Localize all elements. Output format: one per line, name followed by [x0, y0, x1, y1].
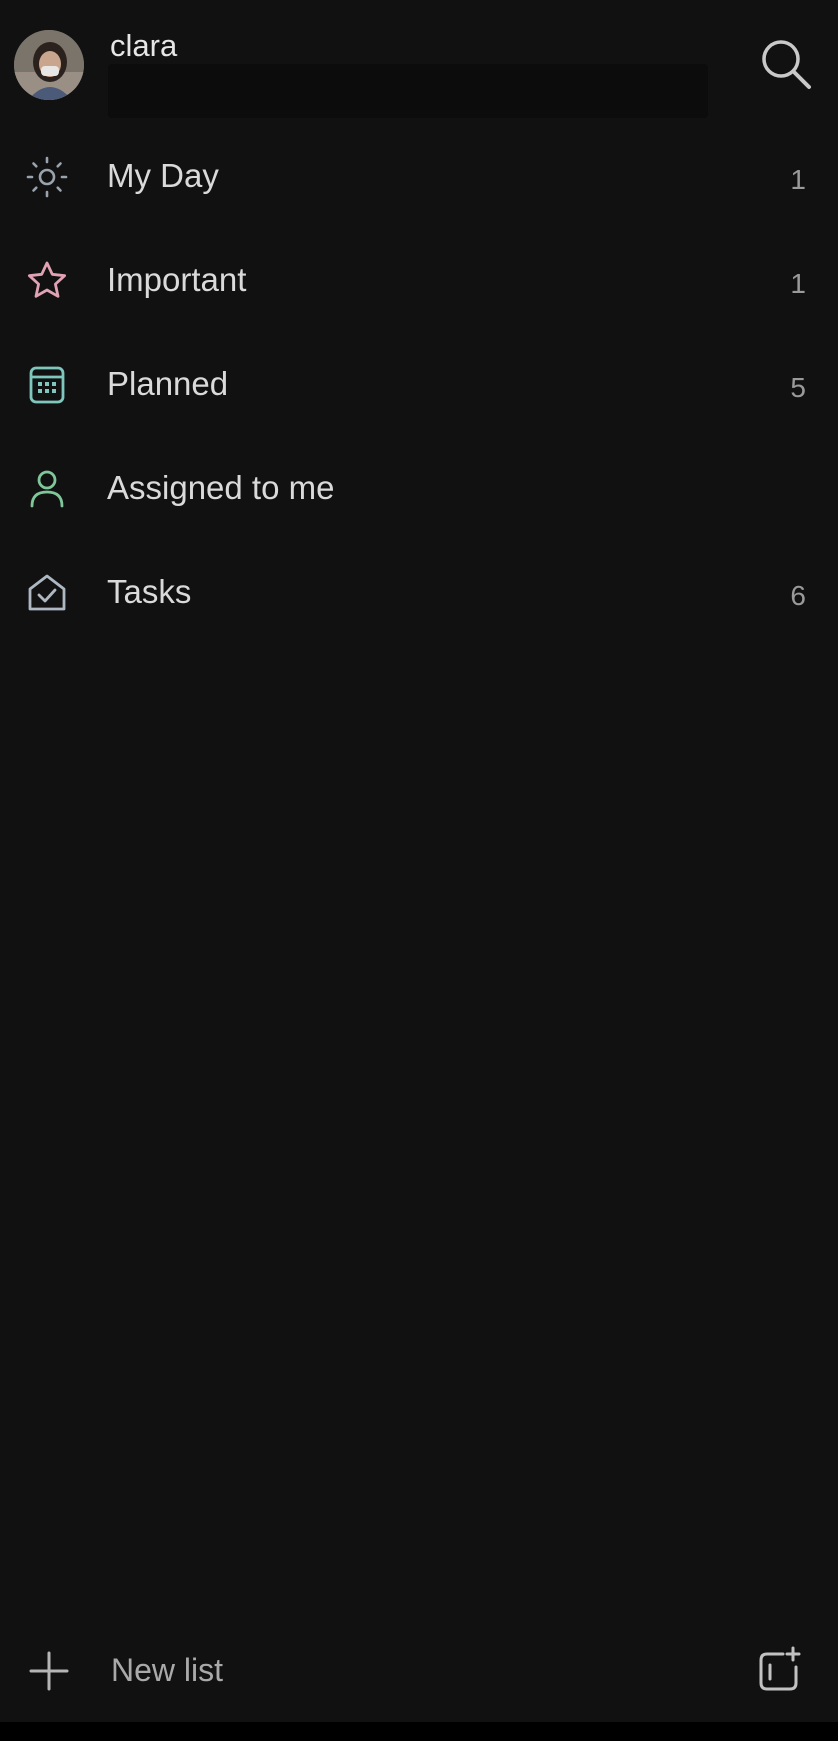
new-group-icon [759, 1646, 801, 1691]
nav-item-label: Important [107, 261, 247, 298]
nav-item-label: Assigned to me [107, 469, 335, 506]
smart-lists: My Day 1 Important 1 Planned 5 Assigned … [0, 124, 838, 644]
nav-item-important[interactable]: Important 1 [0, 228, 838, 332]
nav-item-count: 1 [790, 164, 806, 195]
bottom-edge [0, 1722, 838, 1741]
nav-item-label: Planned [107, 365, 229, 402]
account-header: clara [0, 0, 838, 124]
new-group-button[interactable] [752, 1642, 808, 1698]
nav-item-tasks[interactable]: Tasks 6 [0, 540, 838, 644]
nav-item-count: 1 [790, 268, 806, 299]
nav-item-count: 6 [790, 580, 806, 611]
nav-item-label: Tasks [107, 573, 192, 610]
home-check-icon [22, 568, 72, 618]
new-list-label: New list [111, 1652, 224, 1688]
plus-icon [29, 1651, 69, 1691]
nav-item-count: 5 [790, 372, 806, 403]
nav-item-my-day[interactable]: My Day 1 [0, 124, 838, 228]
sun-icon [22, 152, 72, 202]
account-email-redacted [108, 64, 708, 118]
person-icon [22, 464, 72, 514]
calendar-icon [22, 360, 72, 410]
star-icon [22, 256, 72, 306]
nav-item-assigned-to-me[interactable]: Assigned to me [0, 436, 838, 540]
nav-item-planned[interactable]: Planned 5 [0, 332, 838, 436]
search-button[interactable] [756, 34, 816, 94]
search-icon [762, 40, 811, 89]
footer-bar: New list [0, 1620, 838, 1720]
new-list-button[interactable]: New list [20, 1642, 580, 1700]
account-name: clara [110, 28, 178, 63]
nav-item-label: My Day [107, 157, 219, 194]
avatar[interactable] [14, 30, 84, 100]
